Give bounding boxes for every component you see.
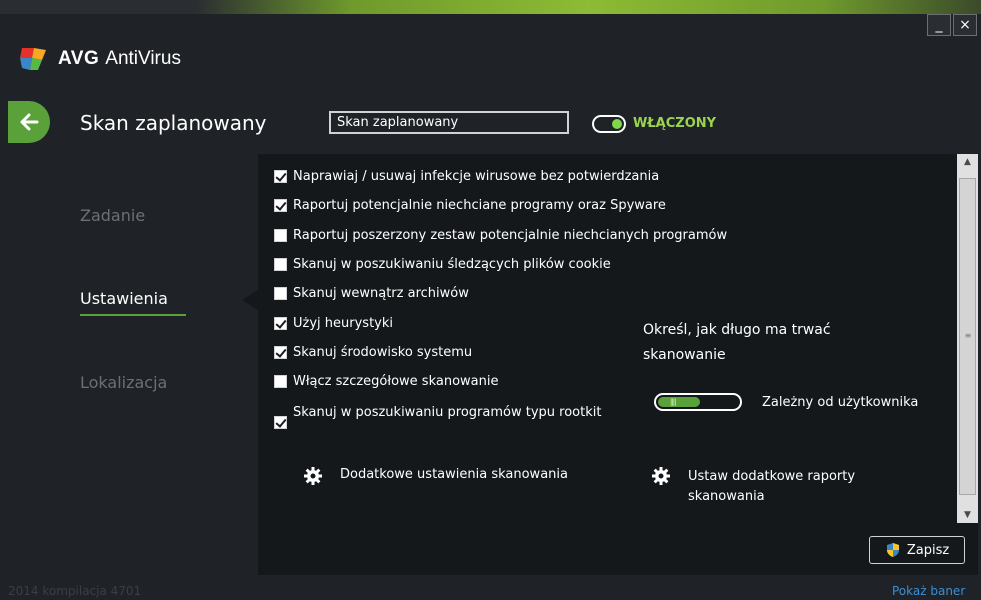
title-bar-accent <box>195 0 981 14</box>
checkbox-label: Skanuj w poszukiwaniu programów typu roo… <box>293 405 602 420</box>
scroll-down-icon[interactable]: ▼ <box>957 507 978 523</box>
checkbox[interactable] <box>274 317 287 330</box>
checkbox-row[interactable]: Skanuj w poszukiwaniu programów typu roo… <box>274 404 613 429</box>
uac-shield-icon <box>886 543 899 557</box>
scroll-thumb[interactable]: ≡ <box>959 178 976 495</box>
checkbox-label: Raportuj poszerzony zestaw potencjalnie … <box>293 228 728 243</box>
show-banner-link[interactable]: Pokaż baner <box>892 584 965 598</box>
duration-value: Zależny od użytkownika <box>762 395 919 410</box>
checkbox[interactable] <box>274 199 287 212</box>
toggle-knob <box>612 119 622 129</box>
avg-logo-icon <box>20 48 46 70</box>
nav-item-lokalizacja[interactable]: Lokalizacja <box>80 373 167 392</box>
scan-name-input[interactable] <box>329 111 569 134</box>
close-button[interactable]: × <box>953 14 977 36</box>
checkbox-label: Naprawiaj / usuwaj infekcje wirusowe bez… <box>293 169 660 184</box>
checkbox-row[interactable]: Raportuj poszerzony zestaw potencjalnie … <box>274 227 727 244</box>
minimize-button[interactable]: _ <box>927 14 951 36</box>
checkbox-row[interactable]: Włącz szczegółowe skanowanie <box>274 373 498 390</box>
checkbox[interactable] <box>274 287 287 300</box>
additional-reports-label: Ustaw dodatkowe raporty skanowania <box>688 469 856 504</box>
back-arrow-icon <box>20 113 39 131</box>
brand-name: AVG <box>58 48 100 69</box>
back-button[interactable] <box>8 101 50 143</box>
nav-item-zadanie[interactable]: Zadanie <box>80 206 145 225</box>
slider-grip-icon: |||| <box>670 398 677 406</box>
checkbox-label: Włącz szczegółowe skanowanie <box>293 374 499 389</box>
checkbox[interactable] <box>274 170 287 183</box>
checkbox-label: Raportuj potencjalnie niechciane program… <box>293 198 666 213</box>
title-bar <box>0 0 981 14</box>
save-button[interactable]: Zapisz <box>869 536 965 564</box>
toggle-status-label: WŁĄCZONY <box>633 116 717 131</box>
checkbox-label: Skanuj w poszukiwaniu śledzących plików … <box>293 257 611 272</box>
app-logo: AVG AntiVirus <box>20 43 181 75</box>
duration-slider-fill <box>658 397 700 407</box>
additional-scan-settings-link[interactable]: Dodatkowe ustawienia skanowania <box>304 467 568 485</box>
scrollbar[interactable]: ▲ ≡ ▼ <box>957 154 978 523</box>
checkbox-row[interactable]: Skanuj środowisko systemu <box>274 344 472 361</box>
gear-icon <box>304 467 322 485</box>
checkbox-row[interactable]: Raportuj potencjalnie niechciane program… <box>274 197 666 214</box>
duration-heading: Określ, jak długo ma trwać skanowanie <box>643 322 831 363</box>
gear-icon <box>652 467 670 485</box>
checkbox-label: Skanuj wewnątrz archiwów <box>293 286 469 301</box>
checkbox-label: Skanuj środowisko systemu <box>293 345 473 360</box>
nav-item-ustawienia[interactable]: Ustawienia <box>80 289 168 308</box>
duration-slider[interactable]: |||| <box>654 393 742 411</box>
checkbox-row[interactable]: Skanuj wewnątrz archiwów <box>274 285 469 302</box>
checkbox[interactable] <box>274 416 287 429</box>
active-nav-underline <box>80 314 186 316</box>
panel-pointer <box>242 290 258 310</box>
scroll-up-icon[interactable]: ▲ <box>957 154 978 170</box>
scroll-grip-icon: ≡ <box>964 331 972 340</box>
checkbox[interactable] <box>274 346 287 359</box>
checkbox-row[interactable]: Skanuj w poszukiwaniu śledzących plików … <box>274 256 611 273</box>
checkbox[interactable] <box>274 258 287 271</box>
page-title: Skan zaplanowany <box>80 111 267 135</box>
save-button-label: Zapisz <box>906 542 950 558</box>
build-info: 2014 kompilacja 4701 <box>8 584 142 598</box>
product-name: AntiVirus <box>105 48 181 69</box>
checkbox-label: Użyj heurystyki <box>293 316 393 331</box>
checkbox-row[interactable]: Użyj heurystyki <box>274 315 393 332</box>
additional-reports-link[interactable]: Ustaw dodatkowe raporty skanowania <box>652 467 898 507</box>
additional-scan-settings-label: Dodatkowe ustawienia skanowania <box>340 467 568 482</box>
checkbox-row[interactable]: Naprawiaj / usuwaj infekcje wirusowe bez… <box>274 168 659 185</box>
enable-toggle[interactable] <box>592 115 626 133</box>
checkbox[interactable] <box>274 375 287 388</box>
checkbox[interactable] <box>274 229 287 242</box>
